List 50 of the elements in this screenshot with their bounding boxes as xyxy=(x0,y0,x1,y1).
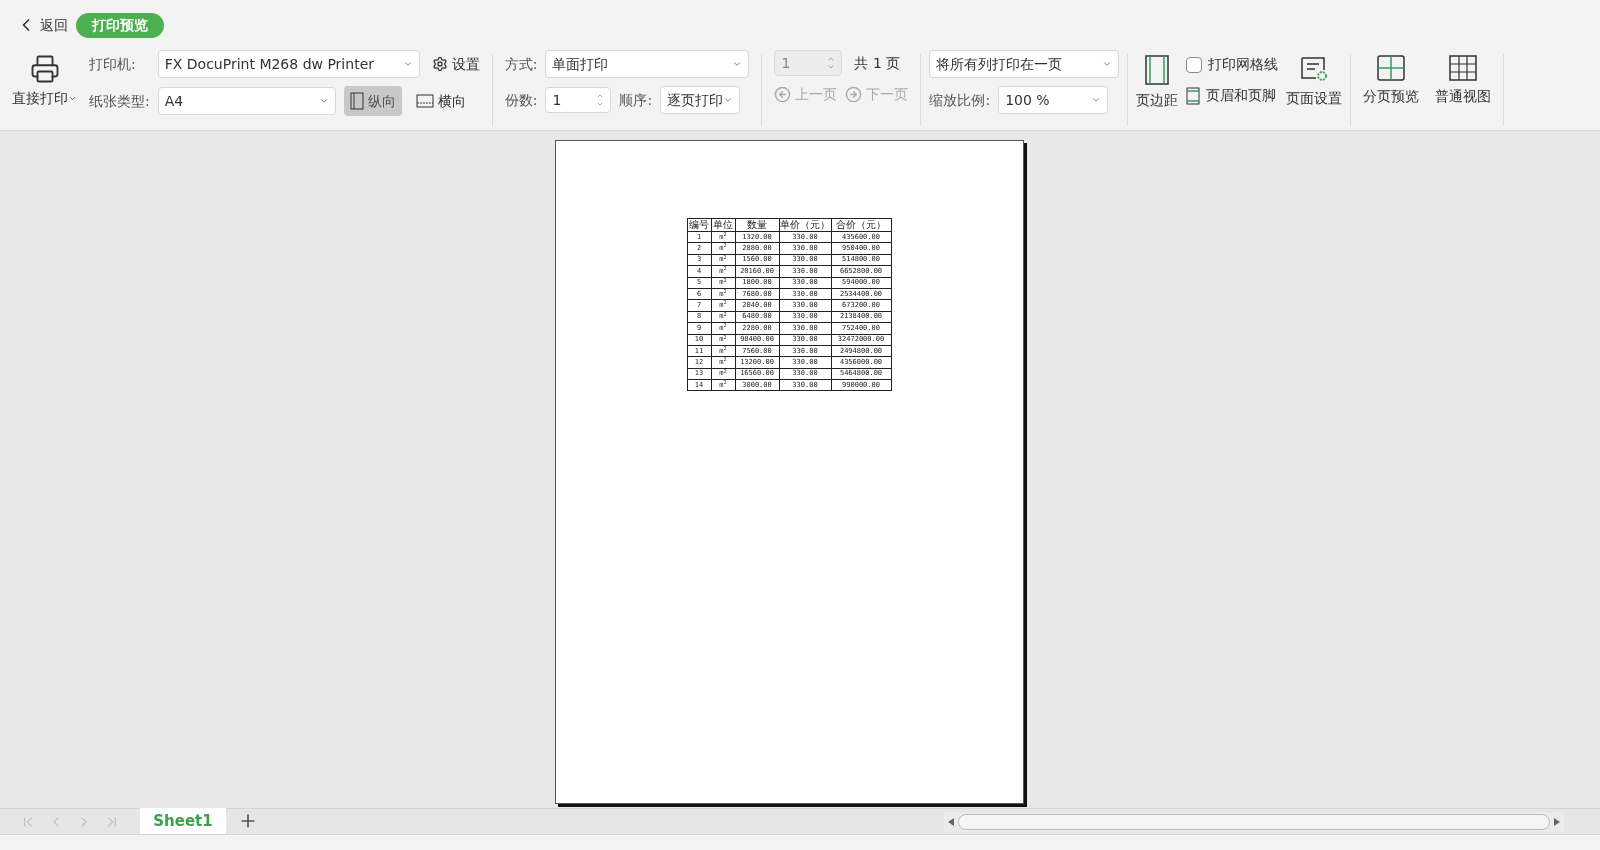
table-header-cell: 合价（元） xyxy=(831,218,891,232)
dropdown-caret-icon xyxy=(318,96,329,106)
dropdown-caret-icon xyxy=(723,95,734,105)
settings-button[interactable]: 设置 xyxy=(431,53,480,75)
mode-badge: 打印预览 xyxy=(76,12,164,38)
orientation-button[interactable]: 纵向 xyxy=(343,86,402,116)
paper-dropdown[interactable]: A4 xyxy=(157,87,336,115)
page-setup-button[interactable]: 页面设置 xyxy=(1286,54,1343,109)
page-settings-icon xyxy=(1299,54,1330,84)
field-label: 顺序: xyxy=(619,90,653,110)
printer-icon xyxy=(29,54,60,84)
page-total: 共 1 页 xyxy=(854,53,901,73)
landscape-page-icon xyxy=(415,94,434,108)
scaling-dropdown[interactable]: 将所有列打印在一页 xyxy=(929,50,1120,78)
table-header-cell: 单价（元） xyxy=(779,218,831,232)
margins-button[interactable]: 页边距 xyxy=(1136,54,1179,111)
dropdown-caret-icon xyxy=(1091,95,1102,105)
page-break-icon xyxy=(1376,54,1407,82)
dropdown-caret-icon xyxy=(732,59,743,69)
table-header-cell: 单位 xyxy=(711,218,735,232)
direct-print-button[interactable]: 直接打印 xyxy=(12,50,77,109)
field-label: 缩放比例: xyxy=(929,90,991,110)
gridlines-checkbox[interactable]: 打印网格线 xyxy=(1186,54,1279,75)
field-label: 方式: xyxy=(504,54,538,74)
page-header-icon xyxy=(1186,86,1201,105)
zoom-dropdown[interactable]: 100 % xyxy=(998,86,1109,114)
scroll-right-icon xyxy=(1554,818,1560,826)
table-header-cell: 编号 xyxy=(687,218,711,232)
table-header-cell: 数量 xyxy=(735,218,779,232)
page-margins-icon xyxy=(1144,54,1171,86)
field-label: 纸张类型: xyxy=(89,91,150,111)
print-method-dropdown[interactable]: 单面打印 xyxy=(545,50,750,78)
grid-view-icon xyxy=(1448,54,1479,82)
dropdown-caret-icon xyxy=(1102,59,1113,69)
field-label: 份数: xyxy=(504,90,538,110)
print-order-dropdown[interactable]: 逐页打印 xyxy=(660,86,741,114)
dropdown-caret-icon xyxy=(68,94,77,103)
page-break-preview-button[interactable]: 分页预览 xyxy=(1363,54,1420,107)
portrait-page-icon xyxy=(349,92,364,110)
normal-view-button[interactable]: 普通视图 xyxy=(1435,54,1492,107)
scroll-left-icon xyxy=(948,818,954,826)
orientation-button[interactable]: 横向 xyxy=(409,86,472,116)
header-footer-button[interactable]: 页眉和页脚 xyxy=(1186,85,1279,106)
field-label: 打印机: xyxy=(89,54,137,74)
horizontal-scrollbar[interactable] xyxy=(944,812,1564,832)
printer-dropdown[interactable]: FX DocuPrint M268 dw Printer xyxy=(157,50,420,78)
gear-icon xyxy=(431,56,448,72)
back-button[interactable]: 返回 xyxy=(16,14,68,36)
dropdown-caret-icon xyxy=(402,59,413,69)
copies-field[interactable]: 1 xyxy=(545,87,612,113)
